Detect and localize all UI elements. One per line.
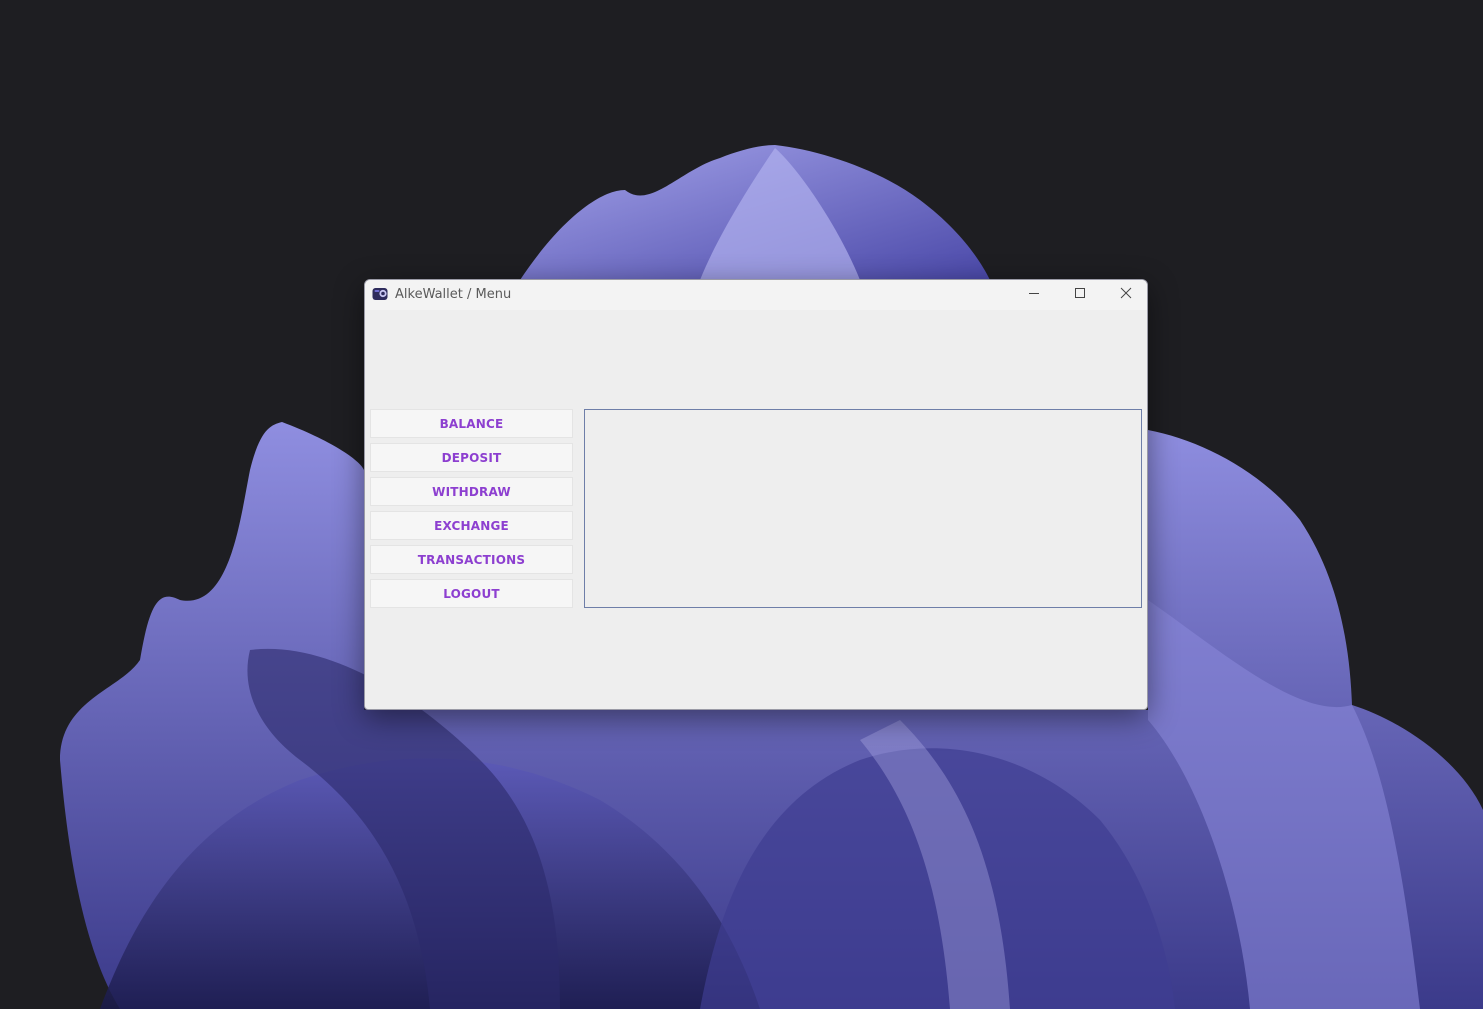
exchange-button[interactable]: EXCHANGE	[370, 511, 573, 540]
app-window: AlkeWallet / Menu BALANCE DEPOSIT WITHDR…	[364, 279, 1148, 710]
balance-button[interactable]: BALANCE	[370, 409, 573, 438]
transactions-button[interactable]: TRANSACTIONS	[370, 545, 573, 574]
title-bar[interactable]: AlkeWallet / Menu	[365, 280, 1147, 310]
maximize-icon	[1074, 286, 1086, 304]
close-button[interactable]	[1103, 280, 1147, 309]
minimize-icon	[1028, 286, 1040, 304]
withdraw-button[interactable]: WITHDRAW	[370, 477, 573, 506]
window-title: AlkeWallet / Menu	[395, 287, 512, 302]
close-icon	[1120, 286, 1132, 304]
deposit-button[interactable]: DEPOSIT	[370, 443, 573, 472]
maximize-button[interactable]	[1057, 280, 1103, 309]
logout-button[interactable]: LOGOUT	[370, 579, 573, 608]
content-panel	[584, 409, 1142, 608]
minimize-button[interactable]	[1011, 280, 1057, 309]
wallet-icon	[372, 286, 389, 302]
